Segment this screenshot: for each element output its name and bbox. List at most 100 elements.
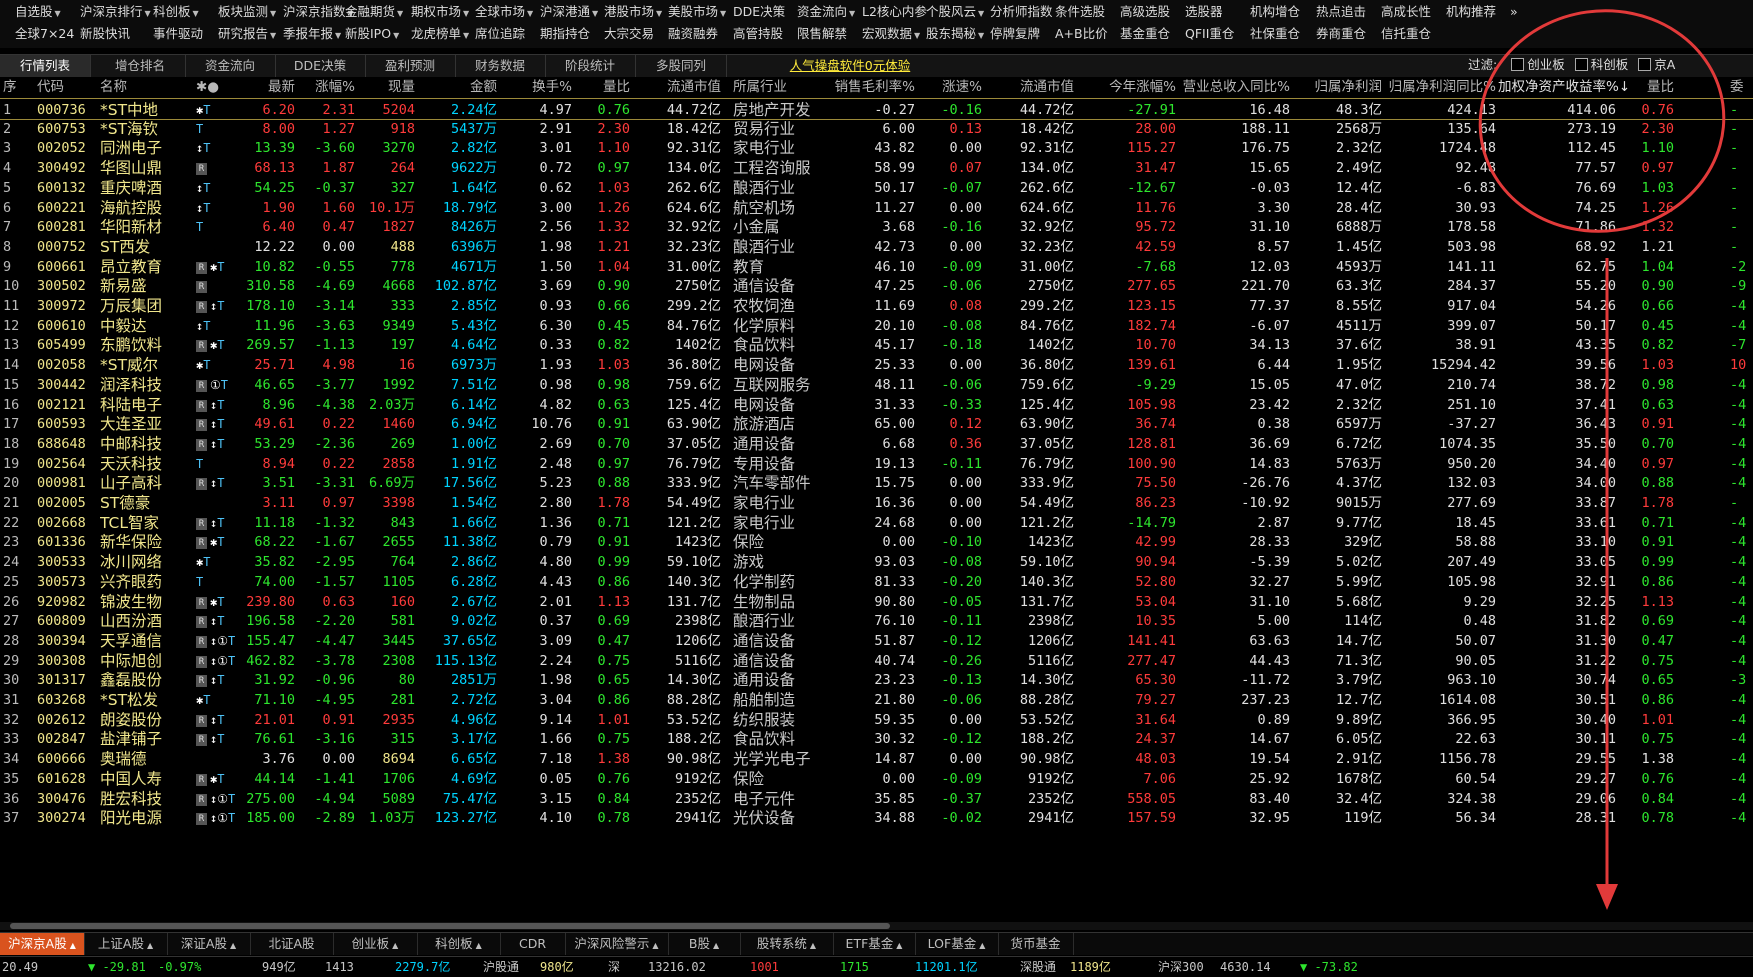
tab-1[interactable]: 增仓排名 xyxy=(95,55,186,77)
market-tab-7[interactable]: 沪深风险警示 ▲ xyxy=(565,933,669,955)
table-row[interactable]: 34 600666 奥瑞德 3.76 0.00 8694 6.65亿 7.18 1.38 90.9… xyxy=(0,748,1753,770)
menu-item[interactable]: 机构推荐 xyxy=(1446,2,1496,22)
menu-item[interactable]: 信托重仓 xyxy=(1381,24,1431,44)
market-tab-6[interactable]: CDR xyxy=(500,933,566,955)
filter-checkbox[interactable] xyxy=(1511,58,1525,71)
column-header-8[interactable]: 换手% xyxy=(502,77,572,98)
column-header-15[interactable]: 今年涨幅% xyxy=(1076,77,1176,98)
table-row[interactable]: 26 920982 锦波生物 R ✱T 239.80 0.63 160 2.67亿 2.01 1.1… xyxy=(0,591,1753,613)
menu-item[interactable]: 新股IPO ▼ xyxy=(345,24,399,46)
column-header-5[interactable]: 涨幅% xyxy=(297,77,355,98)
table-row[interactable]: 1 000736 *ST中地 ✱T 6.20 2.31 5204 2.24亿 4.97 0.76 4… xyxy=(0,98,1753,120)
menu-item[interactable]: 研究报告 ▼ xyxy=(218,24,276,46)
table-row[interactable]: 5 600132 重庆啤酒 ↕T 54.25 -0.37 327 1.64亿 0.62 1.03 2… xyxy=(0,177,1753,199)
table-row[interactable]: 6 600221 海航控股 ↕T 1.90 1.60 10.1万 18.79亿 3.00 1.26… xyxy=(0,197,1753,219)
filter-checkbox[interactable] xyxy=(1638,58,1652,71)
column-header-20[interactable]: 量比 xyxy=(1618,77,1674,98)
table-row[interactable]: 29 300308 中际旭创 R ↕①T 462.82 -3.78 2308 115.13亿 2.… xyxy=(0,650,1753,672)
menu-item[interactable]: 资金流向 ▼ xyxy=(797,2,855,24)
column-header-12[interactable]: 销售毛利率% xyxy=(830,77,915,98)
market-tab-0[interactable]: 沪深京A股 ▲ xyxy=(0,933,85,955)
table-row[interactable]: 16 002121 科陆电子 R ↕T 8.96 -4.38 2.03万 6.14亿 4.82 0.… xyxy=(0,394,1753,416)
menu-item[interactable]: QFII重仓 xyxy=(1185,24,1234,44)
menu-item[interactable]: 停牌复牌 xyxy=(990,24,1040,44)
table-row[interactable]: 15 300442 润泽科技 R ①T 46.65 -3.77 1992 7.51亿 0.98 0.… xyxy=(0,374,1753,396)
menu-item[interactable]: 高级选股 xyxy=(1120,2,1170,22)
table-row[interactable]: 12 600610 中毅达 ↕T 11.96 -3.63 9349 5.43亿 6.30 0.45… xyxy=(0,315,1753,337)
promo-link[interactable]: 人气操盘软件0元体验 xyxy=(780,55,920,77)
menu-item[interactable]: 分析师指数 xyxy=(990,2,1053,22)
filter-checkbox[interactable] xyxy=(1574,58,1588,71)
menu-item[interactable]: 港股市场 ▼ xyxy=(604,2,662,24)
table-row[interactable]: 10 300502 新易盛 R 310.58 -4.69 4668 102.87亿 3.69 0.… xyxy=(0,275,1753,297)
column-header-1[interactable]: 代码 xyxy=(37,77,97,98)
table-row[interactable]: 13 605499 东鹏饮料 R ✱T 269.57 -1.13 197 4.64亿 0.33 0.… xyxy=(0,334,1753,356)
menu-item[interactable]: 新股快讯 xyxy=(80,24,130,44)
market-tab-1[interactable]: 上证A股 ▲ xyxy=(84,933,168,955)
column-header-19[interactable]: 加权净资产收益率%↓ xyxy=(1498,77,1630,98)
column-header-14[interactable]: 流通市值 xyxy=(984,77,1074,98)
table-row[interactable]: 23 601336 新华保险 R ✱T 68.22 -1.67 2655 11.38亿 0.79 0… xyxy=(0,531,1753,553)
table-row[interactable]: 28 300394 天孚通信 R ↕①T 155.47 -4.47 3445 37.65亿 3.0… xyxy=(0,630,1753,652)
menu-item[interactable]: 高成长性 xyxy=(1381,2,1431,22)
table-row[interactable]: 21 002005 ST德豪 3.11 0.97 3398 1.54亿 2.80 1.78 54.… xyxy=(0,492,1753,514)
menu-item[interactable]: 大宗交易 xyxy=(604,24,654,44)
menu-item[interactable]: 全球市场 ▼ xyxy=(475,2,533,24)
menu-item[interactable]: 股东揭秘 ▼ xyxy=(926,24,984,46)
table-row[interactable]: 19 002564 天沃科技 T 8.94 0.22 2858 1.91亿 2.48 0.97 76… xyxy=(0,453,1753,475)
menu-item[interactable]: 条件选股 xyxy=(1055,2,1105,22)
market-tab-4[interactable]: 创业板 ▲ xyxy=(333,933,418,955)
table-row[interactable]: 37 300274 阳光电源 R ↕①T 185.00 -2.89 1.03万 123.27亿 4… xyxy=(0,807,1753,829)
menu-item[interactable]: 沪深京指数 ▼ xyxy=(283,2,354,24)
column-header-11[interactable]: 所属行业 xyxy=(733,77,833,98)
column-header-13[interactable]: 涨速% xyxy=(917,77,982,98)
menu-item[interactable]: L2核心内参 xyxy=(862,2,927,22)
table-row[interactable]: 22 002668 TCL智家 R ↕T 11.18 -1.32 843 1.66亿 1.36 0.… xyxy=(0,512,1753,534)
filter-option[interactable]: 科创板 xyxy=(1574,57,1628,72)
menu-item[interactable]: 科创板 ▼ xyxy=(153,2,199,24)
column-header-6[interactable]: 现量 xyxy=(357,77,415,98)
menu-item[interactable]: 基金重仓 xyxy=(1120,24,1170,44)
menu-item[interactable]: DDE决策 xyxy=(733,2,785,22)
menu-item[interactable]: 限售解禁 xyxy=(797,24,847,44)
menu-item[interactable]: 美股市场 ▼ xyxy=(668,2,726,24)
menu-item[interactable]: 宏观数据 ▼ xyxy=(862,24,920,46)
market-tab-11[interactable]: LOF基金 ▲ xyxy=(915,933,999,955)
menu-item[interactable]: 期权市场 ▼ xyxy=(411,2,469,24)
table-row[interactable]: 17 600593 大连圣亚 R ↕T 49.61 0.22 1460 6.94亿 10.76 0.… xyxy=(0,413,1753,435)
menu-item[interactable]: 事件驱动 xyxy=(153,24,203,44)
column-header-4[interactable]: 最新 xyxy=(245,77,295,98)
table-row[interactable]: 14 002058 *ST威尔 ✱T 25.71 4.98 16 6973万 1.93 1.03 3… xyxy=(0,354,1753,376)
table-row[interactable]: 3 002052 同洲电子 ↕T 13.39 -3.60 3270 2.82亿 3.01 1.10… xyxy=(0,137,1753,159)
market-tab-5[interactable]: 科创板 ▲ xyxy=(417,933,501,955)
tab-6[interactable]: 阶段统计 xyxy=(545,55,636,77)
menu-item[interactable]: 沪深港通 ▼ xyxy=(540,2,598,24)
table-row[interactable]: 27 600809 山西汾酒 R ↕T 196.58 -2.20 581 9.02亿 0.37 0.… xyxy=(0,610,1753,632)
tab-2[interactable]: 资金流向 xyxy=(185,55,276,77)
column-header-10[interactable]: 流通市值 xyxy=(630,77,721,98)
menu-item[interactable]: 机构增仓 xyxy=(1250,2,1300,22)
column-header-18[interactable]: 归属净利润同比% xyxy=(1384,77,1496,98)
column-header-2[interactable]: 名称 xyxy=(100,77,194,98)
menu-item[interactable]: 龙虎榜单 ▼ xyxy=(411,24,469,46)
table-row[interactable]: 2 600753 *ST海钦 T 8.00 1.27 918 5437万 2.91 2.30 18.… xyxy=(0,118,1753,140)
scrollbar-thumb[interactable] xyxy=(10,923,890,929)
tab-0[interactable]: 行情列表 xyxy=(0,55,91,77)
table-row[interactable]: 33 002847 盐津铺子 R ↕T 76.61 -3.16 315 3.17亿 1.66 0.7… xyxy=(0,728,1753,750)
menu-item[interactable]: 选股器 xyxy=(1185,2,1223,22)
column-header-7[interactable]: 金额 xyxy=(417,77,497,98)
menu-item[interactable]: 社保重仓 xyxy=(1250,24,1300,44)
filter-option[interactable]: 京A xyxy=(1638,57,1675,72)
menu-item[interactable]: 季报年报 ▼ xyxy=(283,24,341,46)
table-row[interactable]: 9 600661 昂立教育 R ✱T 10.82 -0.55 778 4671万 1.50 1.04… xyxy=(0,256,1753,278)
horizontal-scrollbar[interactable] xyxy=(0,922,1753,930)
table-row[interactable]: 25 300573 兴齐眼药 T 74.00 -1.57 1105 6.28亿 4.43 0.86… xyxy=(0,571,1753,593)
table-row[interactable]: 11 300972 万辰集团 R ↕T 178.10 -3.14 333 2.85亿 0.93 0.… xyxy=(0,295,1753,317)
column-header-9[interactable]: 量比 xyxy=(574,77,630,98)
table-row[interactable]: 35 601628 中国人寿 R ✱T 44.14 -1.41 1706 4.69亿 0.05 0.… xyxy=(0,768,1753,790)
market-tab-8[interactable]: B股 ▲ xyxy=(668,933,741,955)
menu-item[interactable]: » xyxy=(1510,2,1518,22)
market-tab-10[interactable]: ETF基金 ▲ xyxy=(833,933,916,955)
column-header-17[interactable]: 归属净利润 xyxy=(1292,77,1383,98)
tab-7[interactable]: 多股同列 xyxy=(636,55,727,77)
